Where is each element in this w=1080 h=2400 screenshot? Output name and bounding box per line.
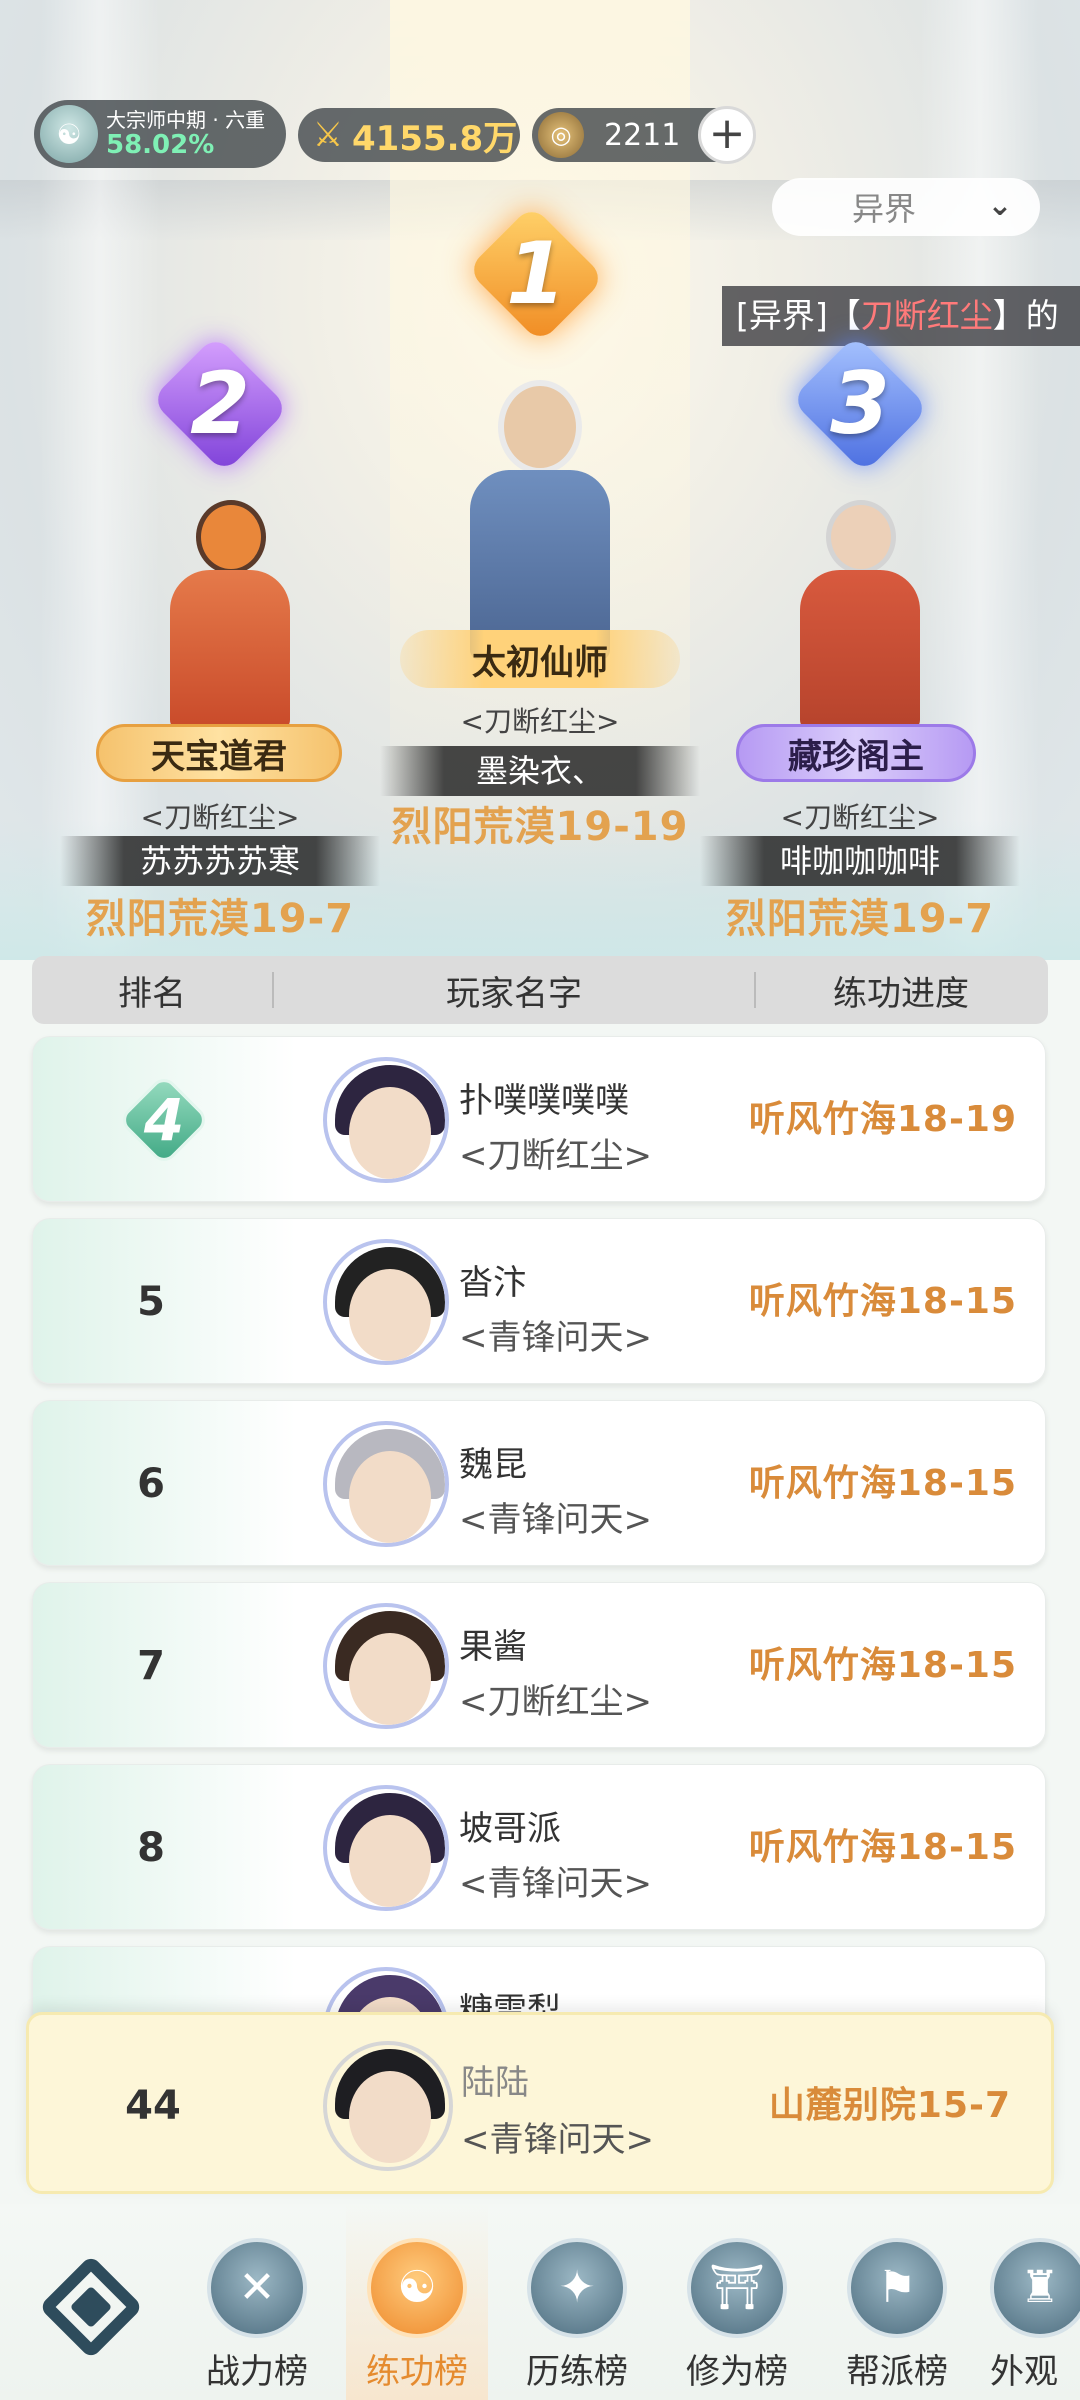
announcement-marquee: [异界]【刀断红尘】的 [722, 286, 1080, 346]
player-guild: <刀断红尘> [459, 1682, 652, 1722]
banner-icon: ⚑ [847, 2238, 947, 2338]
rank-2-number: 2 [190, 354, 250, 454]
table-row[interactable]: 6 魏昆 <青锋问天> 听风竹海18-15 [32, 1400, 1046, 1566]
my-player-guild: <青锋问天> [461, 2120, 654, 2160]
power-icon: ⚔ [312, 115, 344, 155]
nav-tab-outfit[interactable]: ♜ 外观 [990, 2238, 1080, 2393]
realm-filter-select[interactable]: 异界 ⌄ [772, 178, 1040, 236]
player-guild: <青锋问天> [459, 1318, 652, 1358]
rank-3-progress: 烈阳荒漠19-7 [725, 896, 995, 942]
player-guild: <青锋问天> [459, 1500, 652, 1540]
rank-1-player-name: 墨染衣、 [380, 746, 700, 796]
header-rank: 排名 [118, 973, 186, 1014]
rank-2-title-plate: 天宝道君 [96, 724, 342, 782]
currency-icon: ◎ [538, 112, 584, 158]
power-pill: ⚔ 4155.8万 [298, 108, 520, 162]
rank-3-number: 3 [830, 354, 890, 454]
player-name: 魏昆 [459, 1445, 527, 1485]
rank-3-title-plate: 藏珍阁主 [736, 724, 976, 782]
my-avatar[interactable] [323, 2041, 453, 2171]
rank-1-number: 1 [506, 224, 566, 324]
rank-number: 8 [137, 1825, 165, 1871]
rank-3-badge: 3 [790, 334, 930, 474]
table-row[interactable]: 4 扑噗噗噗噗 <刀断红尘> 听风竹海18-19 [32, 1036, 1046, 1202]
player-progress: 听风竹海18-15 [748, 1281, 1017, 1322]
rank-number: 7 [137, 1643, 165, 1689]
rank-3-player-name: 啡咖咖咖啡 [700, 836, 1020, 886]
marquee-highlight: 刀断红尘 [860, 296, 993, 335]
star-compass-icon: ✦ [527, 2238, 627, 2338]
rank-1-guild: <刀断红尘> [460, 705, 620, 738]
rank-number: 6 [137, 1461, 165, 1507]
bottom-nav: ✕ 战力榜 ☯ 练功榜 ✦ 历练榜 ⛩ 修为榜 ⚑ 帮派榜 ♜ 外观 [0, 2204, 1080, 2400]
my-rank-row[interactable]: 44 陆陆 <青锋问天> 山麓别院15-7 [26, 2012, 1054, 2194]
rank-1-badge: 1 [466, 204, 606, 344]
realm-filter-value: 异界 [851, 190, 916, 228]
nav-tab-combat-power[interactable]: ✕ 战力榜 [192, 2238, 322, 2393]
rank-1-progress: 烈阳荒漠19-19 [391, 804, 689, 850]
currency-value: 2211 [604, 117, 681, 153]
rank-number: 5 [137, 1279, 165, 1325]
player-name: 果酱 [459, 1627, 527, 1667]
player-guild: <青锋问天> [459, 1864, 652, 1904]
header-progress: 练功进度 [833, 973, 969, 1014]
rank-2-badge: 2 [150, 334, 290, 474]
nav-tab-label: 历练榜 [526, 2352, 628, 2392]
swords-icon: ✕ [207, 2238, 307, 2338]
nav-tab-label: 帮派榜 [846, 2352, 948, 2392]
avatar[interactable] [323, 1057, 449, 1183]
player-progress: 听风竹海18-15 [748, 1827, 1017, 1868]
chevron-down-icon: ⌄ [987, 188, 1013, 223]
avatar[interactable] [323, 1421, 449, 1547]
power-value: 4155.8万 [352, 118, 518, 159]
my-player-name: 陆陆 [461, 2063, 529, 2103]
player-name: 坡哥派 [459, 1809, 561, 1849]
nav-tab-label: 战力榜 [206, 2352, 308, 2392]
realm-rank-label: 大宗师中期 · 六重 [106, 107, 266, 132]
ranking-table-header: 排名 玩家名字 练功进度 [32, 956, 1048, 1024]
currency-pill: ◎ 2211 + [532, 106, 756, 164]
marquee-suffix: 】的 [992, 296, 1059, 335]
realm-avatar-icon: ☯ [40, 105, 98, 163]
nav-tab-label: 外观 [990, 2352, 1058, 2392]
table-row[interactable]: 7 果酱 <刀断红尘> 听风竹海18-15 [32, 1582, 1046, 1748]
rank-1-character[interactable] [450, 370, 630, 670]
player-guild: <刀断红尘> [459, 1136, 652, 1176]
nav-tab-cultivation[interactable]: ⛩ 修为榜 [672, 2238, 802, 2393]
table-row[interactable]: 8 坡哥派 <青锋问天> 听风竹海18-15 [32, 1764, 1046, 1930]
realm-percent: 58.02% [106, 129, 215, 160]
my-rank-number: 44 [125, 2083, 181, 2129]
my-progress: 山麓别院15-7 [768, 2085, 1011, 2126]
avatar[interactable] [323, 1239, 449, 1365]
yin-yang-icon: ☯ [367, 2238, 467, 2338]
rank-3-guild: <刀断红尘> [780, 801, 940, 834]
outfit-icon: ♜ [990, 2238, 1080, 2338]
rank-4-badge: 4 [117, 1073, 211, 1167]
player-progress: 听风竹海18-15 [748, 1645, 1017, 1686]
player-name: 沓汴 [459, 1263, 527, 1303]
rank-1-title-plate: 太初仙师 [400, 630, 680, 688]
player-name: 扑噗噗噗噗 [459, 1081, 629, 1121]
header-name: 玩家名字 [446, 973, 582, 1014]
marquee-prefix: [异界]【 [736, 296, 861, 335]
nav-tab-label: 修为榜 [686, 2352, 788, 2392]
nav-tab-label: 练功榜 [366, 2352, 468, 2392]
realm-rank-pill[interactable]: ☯ 大宗师中期 · 六重 58.02% [34, 100, 286, 168]
add-currency-button[interactable]: + [698, 106, 756, 164]
nav-tab-training[interactable]: ☯ 练功榜 [346, 2204, 488, 2400]
rank-2-progress: 烈阳荒漠19-7 [85, 896, 355, 942]
player-progress: 听风竹海18-15 [748, 1463, 1017, 1504]
nav-tab-experience[interactable]: ✦ 历练榜 [512, 2238, 642, 2393]
table-row[interactable]: 5 沓汴 <青锋问天> 听风竹海18-15 [32, 1218, 1046, 1384]
rank-2-character[interactable] [160, 490, 300, 730]
rank-3-character[interactable] [790, 490, 930, 730]
avatar[interactable] [323, 1603, 449, 1729]
hat-icon: ⛩ [687, 2238, 787, 2338]
avatar[interactable] [323, 1785, 449, 1911]
nav-tab-guild[interactable]: ⚑ 帮派榜 [832, 2238, 962, 2393]
player-progress: 听风竹海18-19 [748, 1099, 1017, 1140]
rank-2-guild: <刀断红尘> [140, 801, 300, 834]
home-logo-icon[interactable] [36, 2252, 146, 2362]
rank-2-player-name: 苏苏苏苏寒 [60, 836, 380, 886]
